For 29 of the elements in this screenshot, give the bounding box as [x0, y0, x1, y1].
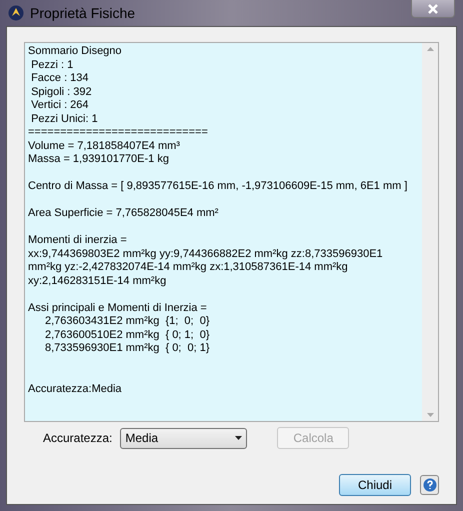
close-button[interactable]	[411, 0, 455, 18]
window-title: Proprietà Fisiche	[30, 4, 136, 23]
report-line: ============================	[28, 126, 208, 140]
report-line: 8,733596930E1 mm²kg { 0; 0; 1}	[44, 342, 210, 356]
close-button[interactable]: Chiudi	[339, 474, 411, 496]
report-line: Momenti di inerzia =	[28, 234, 127, 248]
report-line: Pezzi Unici: 1	[30, 112, 98, 126]
accuracy-dropdown[interactable]: Media	[120, 428, 248, 448]
report-line: xx:9,744369803E2 mm²kg yy:9,744366882E2 mm²kg zz:8,733596930E1 mm²kg yz:-2,427832074E-14 mm²kg zx:1,310587361E-14 mm²kg xy:2,146283151E-14 mm²kg	[28, 248, 384, 288]
report-line: Area Superficie = 7,765828045E4 mm²	[28, 207, 218, 220]
report-line: Sommario Disegno	[28, 45, 122, 58]
report-line: Spigoli : 392	[30, 86, 92, 99]
report-line: Accuratezza:Media	[28, 382, 122, 396]
report-line: Facce : 134	[30, 72, 89, 86]
caret-icon	[235, 436, 242, 440]
report-line: Assi principali e Momenti di Inerzia =	[28, 302, 207, 315]
report-line: 2,763603431E2 mm²kg {1; 0; 0}	[44, 315, 210, 328]
report-line: Centro di Massa = [ 9,893577615E-16 mm, -1,973106609E-15 mm, 6E1 mm ]	[28, 180, 408, 194]
report-line: 2,763600510E2 mm²kg { 0; 1; 0}	[44, 328, 210, 342]
help-button[interactable]	[420, 475, 439, 495]
help-icon	[422, 478, 436, 492]
results-text-area[interactable]	[24, 42, 439, 422]
report-line: Vertici : 264	[30, 99, 89, 112]
close-icon	[428, 4, 438, 14]
app-logo-icon	[8, 5, 24, 21]
report-line: Pezzi : 1	[30, 58, 74, 72]
report-line: Massa = 1,939101770E-1 kg	[28, 153, 169, 166]
accuracy-label: Accuratezza:	[43, 430, 112, 447]
report-line: Volume = 7,181858407E4 mm³	[28, 140, 180, 153]
